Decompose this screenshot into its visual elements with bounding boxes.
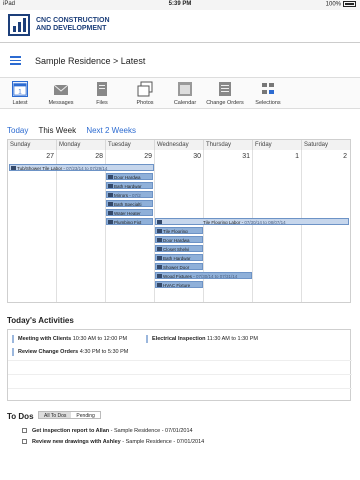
battery-icon (343, 1, 356, 7)
tab-next-2-weeks[interactable]: Next 2 Weeks (86, 126, 136, 135)
event-bath-specialty[interactable]: Bath Specialti (106, 200, 153, 207)
day-number-2: 2 (343, 153, 347, 160)
day-number-29: 29 (144, 153, 152, 160)
day-header-saturday: Saturday (302, 140, 350, 150)
event-closet-shelving[interactable]: Closet Shelvi (155, 245, 203, 252)
toolbar-calendar[interactable]: Calendar (170, 78, 200, 110)
toolbar-photos[interactable]: Photos (130, 78, 160, 110)
toolbar-latest[interactable]: 1 Latest (4, 78, 36, 110)
day-cell-friday[interactable] (253, 150, 302, 302)
day-number-1: 1 (295, 153, 299, 160)
event-water-heater[interactable]: Water Heater (106, 209, 153, 216)
day-header-monday: Monday (57, 140, 106, 150)
day-number-28: 28 (95, 153, 103, 160)
day-number-31: 31 (242, 153, 250, 160)
toolbar-change-orders[interactable]: Change Orders (206, 78, 244, 110)
event-plumbing-fixtures[interactable]: Plumbing Fixt (106, 218, 153, 225)
calendar-1-icon: 1 (12, 81, 28, 97)
event-wood-fixtures[interactable]: Wood Fixtures - 07/30/14 to 07/31/14 (155, 272, 252, 279)
event-door-hardware[interactable]: Door Hardwa (106, 173, 153, 180)
event-hvac-fixtures[interactable]: HVAC Fixture (155, 281, 203, 288)
day-header-thursday: Thursday (204, 140, 253, 150)
todos-title: To Dos (7, 412, 34, 421)
toolbar-files[interactable]: Files (88, 78, 116, 110)
day-header-wednesday: Wednesday (155, 140, 204, 150)
status-bar: iPad 5:39 PM 100% (0, 0, 360, 10)
calendar-icon (178, 82, 192, 96)
battery-indicator: 100% (326, 1, 356, 8)
event-type-icon (11, 166, 16, 170)
clock: 5:39 PM (168, 1, 192, 7)
filter-all-todos[interactable]: All To Dos (39, 412, 72, 419)
company-name: CNC CONSTRUCTION AND DEVELOPMENT (36, 17, 110, 32)
activity-meeting-with-clients[interactable]: Meeting with Clients 10:30 AM to 12:00 P… (12, 335, 127, 343)
main-toolbar: 1 Latest Messages Files Photos Calendar … (0, 77, 360, 109)
todo-filter: All To Dos Pending (38, 411, 101, 419)
event-shower-door[interactable]: Shower Door (155, 263, 203, 270)
messages-icon (53, 84, 69, 95)
selections-icon (262, 83, 274, 94)
todo-item[interactable]: Get inspection report to Allan - Sample … (22, 428, 193, 434)
day-header-friday: Friday (253, 140, 302, 150)
filter-pending[interactable]: Pending (71, 412, 99, 419)
day-header-sunday: Sunday (8, 140, 57, 150)
change-orders-icon (219, 82, 231, 96)
activities-panel: Meeting with Clients 10:30 AM to 12:00 P… (7, 329, 352, 401)
tab-this-week[interactable]: This Week (38, 126, 76, 135)
event-door-hardware-2[interactable]: Door Hardwa (155, 236, 203, 243)
menu-icon[interactable] (10, 56, 21, 65)
event-bath-hardware[interactable]: Bath Hardwar (106, 182, 153, 189)
toolbar-selections[interactable]: Selections (252, 78, 284, 110)
svg-text:1: 1 (18, 88, 22, 95)
todo-item[interactable]: Review new drawings with Ashley - Sample… (22, 439, 204, 445)
breadcrumb: Sample Residence > Latest (35, 56, 146, 66)
company-logo (8, 14, 30, 36)
activity-electrical-inspection[interactable]: Electrical Inspection 11:30 AM to 1:30 P… (146, 335, 258, 343)
todo-checkbox[interactable] (22, 439, 27, 444)
calendar-range-tabs: Today This Week Next 2 Weeks (7, 126, 144, 135)
event-tile-flooring-labor[interactable]: Tile Flooring Labor - 07/30/14 to 08/07/… (155, 218, 349, 225)
day-header-tuesday: Tuesday (106, 140, 155, 150)
todo-checkbox[interactable] (22, 428, 27, 433)
day-cell-sunday[interactable] (8, 150, 57, 302)
event-tile-flooring[interactable]: Tile Flooring (155, 227, 203, 234)
day-cell-thursday[interactable] (204, 150, 253, 302)
day-cell-monday[interactable] (57, 150, 106, 302)
day-cell-saturday[interactable] (302, 150, 350, 302)
event-tub-shower-tile-labor[interactable]: Tub/Shower Tile Labor - 07/23/14 to 07/2… (9, 164, 154, 171)
event-bath-hardware-2[interactable]: Bath Hardwar (155, 254, 203, 261)
day-cell-wednesday[interactable] (155, 150, 204, 302)
week-calendar: Sunday Monday Tuesday Wednesday Thursday… (7, 139, 351, 303)
day-number-30: 30 (193, 153, 201, 160)
photos-icon (137, 81, 153, 97)
toolbar-messages[interactable]: Messages (44, 78, 78, 110)
activity-review-change-orders[interactable]: Review Change Orders 4:30 PM to 5:30 PM (12, 348, 128, 356)
activities-title: Today's Activities (7, 316, 74, 325)
day-number-27: 27 (46, 153, 54, 160)
tab-today[interactable]: Today (7, 126, 28, 135)
files-icon (97, 82, 107, 96)
event-mirrors[interactable]: Mirrors - 07/2 (106, 191, 153, 198)
